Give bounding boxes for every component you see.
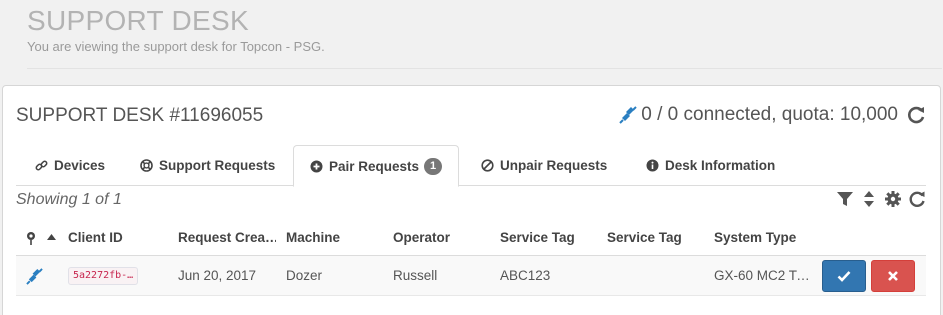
- reject-button[interactable]: [871, 260, 915, 292]
- service-tag-2-cell: [607, 256, 707, 296]
- tab-pair-requests-label: Pair Requests: [329, 158, 420, 174]
- connection-text: 0 / 0 connected, quota: 10,000: [641, 104, 898, 125]
- service-tag-cell: ABC123: [500, 268, 551, 283]
- system-type-cell: GX-60 MC2 Tw…: [714, 268, 814, 283]
- ban-icon: [481, 159, 494, 172]
- header-divider: [27, 68, 942, 69]
- sort-ascending-icon[interactable]: [47, 234, 56, 240]
- column-header-operator[interactable]: Operator: [393, 221, 488, 255]
- connection-status: 0 / 0 connected, quota: 10,000: [619, 104, 926, 126]
- tab-desk-information[interactable]: Desk Information: [646, 145, 775, 186]
- link-icon: [35, 160, 48, 171]
- column-header-machine[interactable]: Machine: [286, 221, 381, 255]
- lifebuoy-icon: [140, 159, 153, 172]
- check-icon: [837, 271, 851, 282]
- showing-count: Showing 1 of 1: [16, 191, 122, 208]
- column-header-client-id[interactable]: Client ID: [68, 221, 168, 255]
- refresh-icon[interactable]: [906, 105, 926, 125]
- filter-icon[interactable]: [836, 190, 854, 208]
- approve-button[interactable]: [822, 260, 866, 292]
- tab-pair-requests[interactable]: Pair Requests 1: [293, 145, 460, 187]
- tab-unpair-requests[interactable]: Unpair Requests: [481, 145, 607, 186]
- table-header: Client ID Request Crea… Machine Operator…: [16, 221, 926, 256]
- plug-icon: [26, 268, 43, 285]
- info-circle-icon: [646, 159, 659, 172]
- column-header-service-tag-2[interactable]: Service Tag: [607, 221, 702, 255]
- plus-circle-icon: [310, 160, 323, 172]
- refresh-icon[interactable]: [908, 190, 926, 208]
- gear-icon[interactable]: [884, 190, 902, 208]
- column-header-service-tag[interactable]: Service Tag: [500, 221, 595, 255]
- desk-title: SUPPORT DESK #11696055: [16, 105, 264, 126]
- tab-unpair-requests-label: Unpair Requests: [500, 158, 608, 173]
- tab-desk-information-label: Desk Information: [665, 158, 776, 173]
- page-subtitle: You are viewing the support desk for Top…: [27, 39, 325, 54]
- client-id-cell: 5a2272fb-…: [68, 256, 173, 296]
- operator-cell: Russell: [393, 268, 438, 283]
- column-header-request-created[interactable]: Request Crea…: [178, 221, 276, 255]
- pair-requests-table: Client ID Request Crea… Machine Operator…: [16, 221, 926, 296]
- tab-support-requests[interactable]: Support Requests: [140, 145, 275, 186]
- request-created-cell: Jun 20, 2017: [178, 268, 257, 283]
- desk-tabs: Devices Support Requests Pair Requests 1: [16, 145, 926, 187]
- client-id-code[interactable]: 5a2272fb-…: [68, 267, 139, 286]
- table-tools: [830, 190, 926, 208]
- page-title: SUPPORT DESK: [27, 5, 249, 36]
- page-header: SUPPORT DESK You are viewing the support…: [27, 0, 942, 54]
- machine-cell: Dozer: [286, 268, 323, 283]
- pair-requests-count-badge: 1: [424, 157, 443, 175]
- tab-support-requests-label: Support Requests: [159, 158, 276, 173]
- support-desk-panel: SUPPORT DESK #11696055 0 / 0 connected, …: [2, 85, 941, 315]
- tab-devices-label: Devices: [54, 158, 106, 173]
- tab-devices[interactable]: Devices: [35, 145, 105, 186]
- plug-icon: [619, 106, 637, 124]
- close-icon: [888, 271, 898, 281]
- sort-icon[interactable]: [860, 190, 878, 208]
- table-row[interactable]: 5a2272fb-… Jun 20, 2017 Dozer Russell AB…: [16, 256, 926, 296]
- pin-icon[interactable]: [25, 231, 37, 245]
- column-header-system-type[interactable]: System Type: [714, 221, 814, 255]
